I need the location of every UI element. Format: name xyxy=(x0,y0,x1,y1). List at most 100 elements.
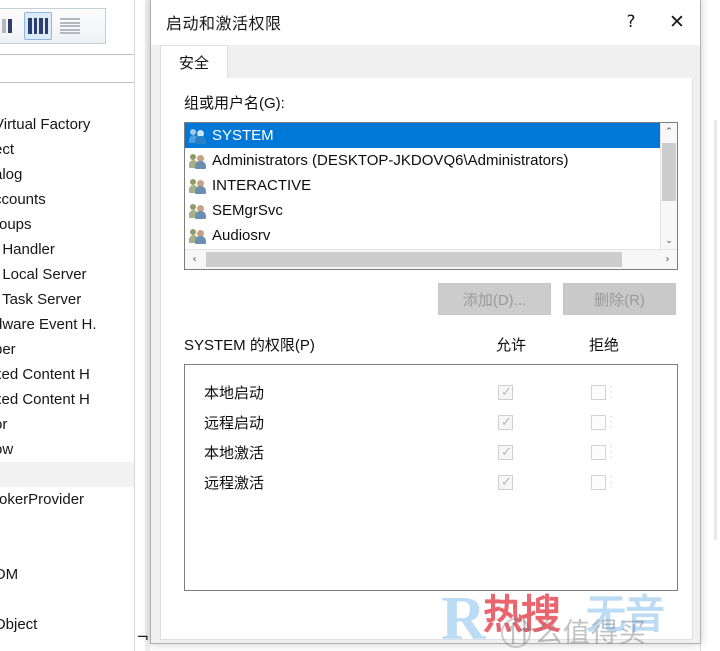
permission-label: 本地激活 xyxy=(204,444,265,462)
list-item[interactable]: t Handler xyxy=(0,237,134,262)
console-item-list[interactable]: Virtual Factory ect alog ccounts roups t… xyxy=(0,112,134,651)
group-user-list-items[interactable]: SYSTEM Administrators (DESKTOP-JKDOVQ6\A… xyxy=(185,123,660,249)
help-icon[interactable]: ? xyxy=(608,0,654,45)
column-header-allow: 允许 xyxy=(496,337,527,354)
horizontal-scroll-thumb[interactable] xyxy=(206,252,622,267)
list-item[interactable] xyxy=(0,462,134,487)
list-item[interactable]: alog xyxy=(0,162,134,187)
list-item[interactable]: per xyxy=(0,337,134,362)
column-header-deny: 拒绝 xyxy=(589,337,620,354)
screen-root: Virtual Factory ect alog ccounts roups t… xyxy=(0,0,720,651)
list-item[interactable] xyxy=(0,512,134,537)
list-item[interactable]: xed Content H xyxy=(0,387,134,412)
permissions-listbox[interactable]: 本地启动 ✓ 远程启动 ✓ 本地激活 ✓ 远程激活 ✓ xyxy=(184,364,678,591)
list-item-audiosrv[interactable]: Audiosrv xyxy=(185,223,660,248)
vertical-scroll-thumb[interactable] xyxy=(662,143,676,201)
list-item[interactable]: Virtual Factory xyxy=(0,112,134,137)
list-item-label: Audiosrv xyxy=(212,227,271,244)
remove-button[interactable]: 删除(R) xyxy=(563,283,676,315)
users-group-icon xyxy=(189,128,207,144)
console-toolbar[interactable] xyxy=(0,8,106,44)
list-item[interactable]: ccounts xyxy=(0,187,134,212)
list-item[interactable]: xed Content H xyxy=(0,362,134,387)
deny-checkbox[interactable] xyxy=(591,474,606,490)
background-right-edge xyxy=(700,0,720,651)
check-icon: ✓ xyxy=(501,384,512,400)
vertical-scroll-track[interactable] xyxy=(661,140,677,232)
group-or-username-label: 组或用户名(G): xyxy=(184,95,285,112)
group-action-buttons: 添加(D)... 删除(R) xyxy=(184,283,678,317)
list-item-label: Administrators (DESKTOP-JKDOVQ6\Administ… xyxy=(212,152,569,169)
large-icons-view-icon[interactable] xyxy=(0,12,20,40)
check-icon: ✓ xyxy=(501,474,512,490)
users-group-icon xyxy=(189,153,207,169)
allow-checkbox[interactable]: ✓ xyxy=(498,474,513,490)
group-list-horizontal-scrollbar[interactable]: ‹ › xyxy=(185,249,677,269)
list-item-interactive[interactable]: INTERACTIVE xyxy=(185,173,660,198)
scroll-down-icon[interactable]: ⌄ xyxy=(661,232,677,249)
add-button[interactable]: 添加(D)... xyxy=(438,283,551,315)
allow-checkbox[interactable]: ✓ xyxy=(498,414,513,430)
group-list-vertical-scrollbar[interactable]: ⌃ ⌄ xyxy=(660,123,677,249)
permission-label: 远程启动 xyxy=(204,414,265,432)
tab-panel-security: 组或用户名(G): SYSTEM Administrators (DESKTOP… xyxy=(160,78,693,640)
permission-label: 远程激活 xyxy=(204,474,265,492)
scroll-up-icon[interactable]: ⌃ xyxy=(661,123,677,140)
list-item-semgrsvc[interactable]: SEMgrSvc xyxy=(185,198,660,223)
list-item-label: INTERACTIVE xyxy=(212,177,312,194)
deny-checkbox[interactable] xyxy=(591,384,606,400)
toolbar-divider-top xyxy=(0,54,150,55)
list-item-administrators[interactable]: Administrators (DESKTOP-JKDOVQ6\Administ… xyxy=(185,148,660,173)
list-item-label: SEMgrSvc xyxy=(212,202,283,219)
table-row[interactable]: 本地启动 ✓ xyxy=(185,377,677,407)
row-marker-icon xyxy=(610,386,612,398)
table-row[interactable]: 本地激活 ✓ xyxy=(185,437,677,467)
list-item[interactable]: ect xyxy=(0,137,134,162)
list-item[interactable]: dware Event H. xyxy=(0,312,134,337)
permissions-title: SYSTEM 的权限(P) xyxy=(184,337,315,354)
list-item[interactable]: t Task Server xyxy=(0,287,134,312)
tab-strip: 安全 xyxy=(151,45,700,78)
row-marker-icon xyxy=(610,416,612,428)
list-item[interactable]: or xyxy=(0,412,134,437)
list-item[interactable]: rokerProvider xyxy=(0,487,134,512)
titlebar-buttons: ? ✕ xyxy=(608,0,700,45)
permissions-header: SYSTEM 的权限(P) 允许 拒绝 xyxy=(184,334,678,358)
background-right-scrollbar[interactable] xyxy=(714,120,717,540)
check-icon: ✓ xyxy=(501,414,512,430)
deny-checkbox[interactable] xyxy=(591,414,606,430)
row-marker-icon xyxy=(610,476,612,488)
toolbar-divider-bottom xyxy=(0,82,150,83)
table-row[interactable]: 远程启动 ✓ xyxy=(185,407,677,437)
background-mmc-console: Virtual Factory ect alog ccounts roups t… xyxy=(0,0,150,651)
list-item[interactable] xyxy=(0,537,134,562)
resize-cursor-icon: ⌐ xyxy=(136,628,149,646)
list-item[interactable]: ow xyxy=(0,437,134,462)
allow-checkbox[interactable]: ✓ xyxy=(498,444,513,460)
tab-security[interactable]: 安全 xyxy=(160,45,229,78)
dialog-title: 启动和激活权限 xyxy=(166,16,282,33)
list-item[interactable] xyxy=(0,587,134,612)
detail-view-icon[interactable] xyxy=(56,12,84,40)
list-item[interactable]: t Local Server xyxy=(0,262,134,287)
list-item[interactable]: OM xyxy=(0,562,134,587)
dialog-titlebar: 启动和激活权限 ? ✕ xyxy=(151,0,700,45)
users-group-icon xyxy=(189,178,207,194)
check-icon: ✓ xyxy=(501,444,512,460)
list-item[interactable]: roups xyxy=(0,212,134,237)
scroll-right-icon[interactable]: › xyxy=(658,250,677,269)
scroll-left-icon[interactable]: ‹ xyxy=(185,250,204,269)
group-user-listbox[interactable]: SYSTEM Administrators (DESKTOP-JKDOVQ6\A… xyxy=(184,122,678,270)
launch-and-activation-permission-dialog: 启动和激活权限 ? ✕ 安全 组或用户名(G): SYSTEM Administ… xyxy=(150,0,701,644)
list-view-icon[interactable] xyxy=(24,12,52,40)
row-marker-icon xyxy=(610,446,612,458)
close-icon[interactable]: ✕ xyxy=(654,0,700,45)
list-item-label: SYSTEM xyxy=(212,127,274,144)
permission-label: 本地启动 xyxy=(204,384,265,402)
list-item[interactable]: Object xyxy=(0,612,134,637)
list-item-system[interactable]: SYSTEM xyxy=(185,123,660,148)
allow-checkbox[interactable]: ✓ xyxy=(498,384,513,400)
deny-checkbox[interactable] xyxy=(591,444,606,460)
table-row[interactable]: 远程激活 ✓ xyxy=(185,467,677,497)
users-group-icon xyxy=(189,203,207,219)
